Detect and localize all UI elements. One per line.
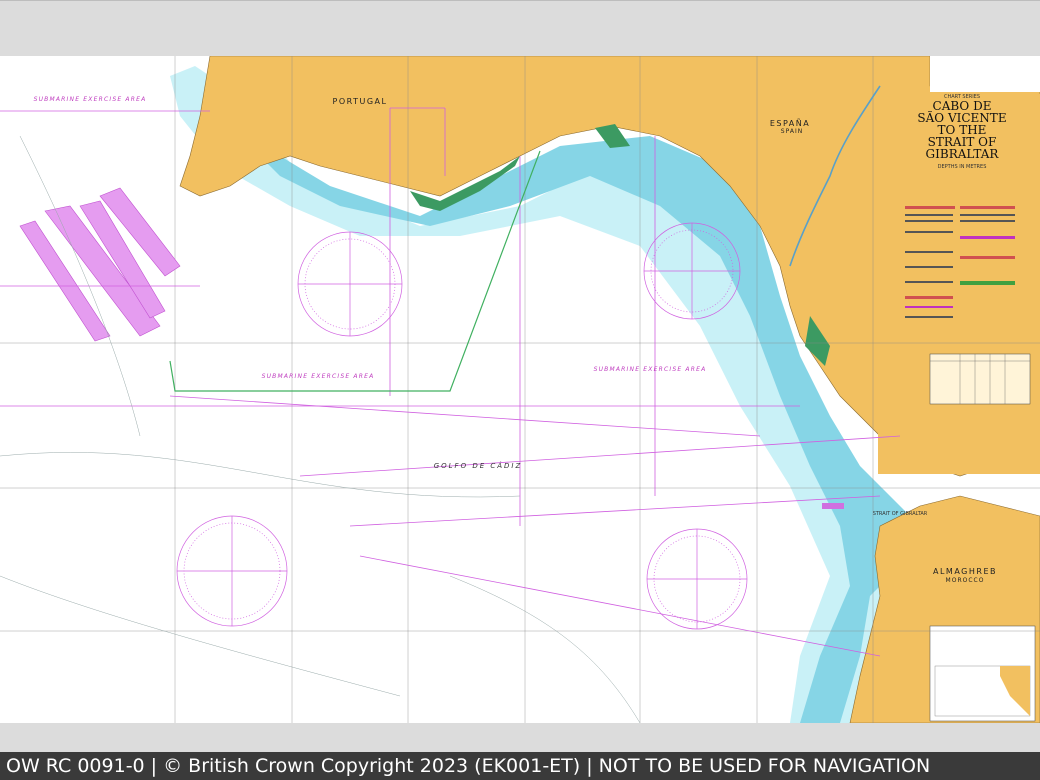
copyright-footer: OW RC 0091-0 | © British Crown Copyright… [0, 752, 1040, 780]
depth-note: DEPTHS IN METRES [938, 164, 987, 170]
viewer-bottom-gap [0, 723, 1040, 752]
label-sub-area-2: SUBMARINE EXERCISE AREA [262, 373, 375, 380]
label-morocco: MOROCCO [946, 577, 985, 584]
title-line-5: GIBRALTAR [926, 147, 1000, 161]
title-whitebox [930, 56, 1040, 92]
label-portugal: PORTUGAL [333, 97, 388, 106]
traffic-separation-marker [822, 503, 844, 509]
label-almaghreb: ALMAGHREB [933, 567, 997, 576]
footer-text: OW RC 0091-0 | © British Crown Copyright… [6, 755, 931, 777]
label-sub-area-3: SUBMARINE EXERCISE AREA [594, 366, 707, 373]
label-spain: SPAIN [781, 128, 803, 135]
label-golfo-de-cadiz: GOLFO DE CÁDIZ [434, 461, 523, 470]
viewer-top-band [0, 0, 1040, 57]
label-espana: ESPAÑA [770, 118, 810, 128]
label-strait: STRAIT OF GIBRALTAR [873, 511, 928, 517]
tide-table [929, 353, 1031, 405]
nautical-chart[interactable]: CHART SERIES CABO DE SÃO VICENTE TO THE … [0, 56, 1040, 723]
chart-map[interactable]: CHART SERIES CABO DE SÃO VICENTE TO THE … [0, 56, 1040, 723]
label-sub-area-1: SUBMARINE EXERCISE AREA [34, 96, 147, 103]
